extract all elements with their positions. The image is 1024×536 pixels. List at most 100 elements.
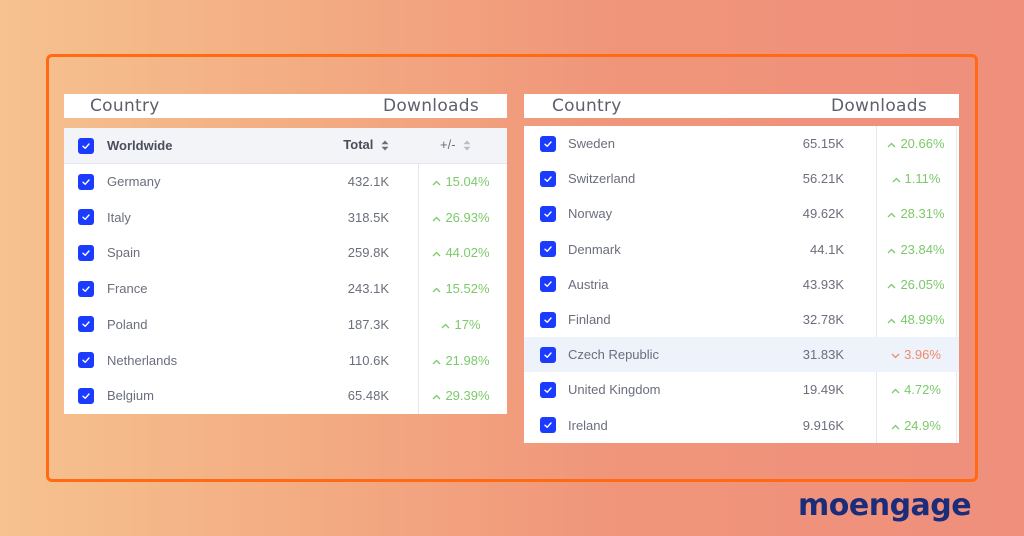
checkbox-checked-icon[interactable] (540, 170, 556, 187)
table-row[interactable]: Austria 43.93K 26.05% (524, 267, 959, 302)
change-percent: 15.04% (445, 174, 490, 189)
downloads-value: 56.21K (802, 171, 844, 187)
country-name: Netherlands (107, 352, 178, 368)
chevron-up-icon (887, 315, 896, 327)
chevron-up-icon (432, 213, 441, 225)
checkbox-checked-icon[interactable] (78, 244, 94, 261)
change-percent: 1.11% (904, 171, 941, 187)
table-row[interactable]: Switzerland 56.21K 1.11% (524, 161, 959, 196)
downloads-label: Downloads (382, 96, 479, 116)
table-row[interactable]: Ireland 9.916K 24.9% (524, 408, 959, 443)
checkbox-checked-icon[interactable] (78, 316, 94, 333)
change-percent: 26.93% (445, 209, 490, 225)
change-value: 28.31% (876, 206, 956, 221)
checkbox-checked-icon[interactable] (540, 135, 556, 152)
downloads-label: Downloads (830, 96, 927, 116)
country-name: Denmark (568, 241, 621, 257)
downloads-value: 44.1K (810, 241, 844, 257)
change-percent: 4.72% (904, 382, 941, 398)
checkbox-checked-icon[interactable] (540, 311, 556, 328)
checkbox-checked-icon[interactable] (78, 137, 94, 154)
table-row[interactable]: Netherlands 110.6K 21.98% (64, 343, 507, 378)
change-value: 1.11% (876, 171, 956, 186)
checkbox-checked-icon[interactable] (540, 417, 556, 434)
downloads-value: 65.15K (802, 136, 844, 151)
country-label: Country (552, 96, 622, 116)
sort-total-button[interactable]: Total (343, 137, 389, 153)
moengage-logo: moengage (798, 488, 972, 523)
country-name: Germany (107, 174, 161, 189)
table-row[interactable]: Belgium 65.48K 29.39% (64, 378, 507, 413)
sort-icon (463, 139, 471, 154)
change-percent: 23.84% (900, 241, 945, 257)
change-value: 26.93% (418, 210, 504, 225)
country-name: Italy (107, 209, 131, 225)
checkbox-checked-icon[interactable] (540, 381, 556, 398)
change-percent: 44.02% (445, 245, 490, 261)
table-row[interactable]: Finland 32.78K 48.99% (524, 302, 959, 337)
checkbox-checked-icon[interactable] (78, 173, 94, 190)
change-value: 4.72% (876, 382, 956, 397)
change-value: 21.98% (418, 353, 504, 368)
downloads-value: 9.916K (802, 417, 844, 433)
checkbox-checked-icon[interactable] (540, 346, 556, 363)
checkbox-checked-icon[interactable] (78, 352, 94, 368)
downloads-value: 259.8K (347, 245, 389, 261)
table-row[interactable]: Poland 187.3K 17% (64, 307, 507, 342)
chevron-up-icon (432, 391, 441, 403)
table-row[interactable]: France 243.1K 15.52% (64, 271, 507, 306)
chevron-up-icon (432, 284, 441, 296)
chevron-up-icon (432, 248, 441, 260)
checkbox-checked-icon[interactable] (78, 209, 94, 226)
change-percent: 20.66% (900, 136, 945, 151)
change-value: 44.02% (418, 245, 504, 260)
table-row[interactable]: Sweden 65.15K 20.66% (524, 126, 959, 161)
downloads-value: 187.3K (347, 316, 389, 332)
chevron-up-icon (887, 139, 896, 151)
checkbox-checked-icon[interactable] (78, 280, 94, 297)
change-percent: 26.05% (900, 276, 945, 292)
country-name: Switzerland (568, 171, 636, 187)
table-row[interactable]: United Kingdom 19.49K 4.72% (524, 372, 959, 407)
change-percent: 3.96% (904, 347, 941, 363)
country-name: Spain (107, 245, 141, 261)
sort-change-button[interactable]: +/- (440, 137, 471, 153)
country-name: Czech Republic (568, 347, 660, 363)
downloads-value: 432.1K (347, 174, 389, 189)
table-row[interactable]: Italy 318.5K 26.93% (64, 200, 507, 235)
change-value: 24.9% (876, 418, 956, 433)
checkbox-checked-icon[interactable] (540, 276, 556, 293)
change-percent: 21.98% (445, 352, 490, 368)
checkbox-checked-icon[interactable] (540, 205, 556, 222)
checkbox-checked-icon[interactable] (540, 241, 556, 258)
change-value: 15.04% (418, 174, 504, 189)
change-value: 26.05% (876, 277, 956, 292)
change-value: 15.52% (418, 281, 504, 296)
table-row[interactable]: Denmark 44.1K 23.84% (524, 232, 959, 267)
chevron-up-icon (891, 421, 900, 433)
left-downloads-table: Worldwide Total +/- Germany 432.1K 15.04% I… (64, 128, 507, 414)
table-row[interactable]: Spain 259.8K 44.02% (64, 235, 507, 270)
change-value: 17% (418, 317, 504, 332)
country-name: Belgium (107, 388, 154, 404)
table-row[interactable]: Czech Republic 31.83K 3.96% (524, 337, 959, 373)
change-percent: 48.99% (900, 312, 945, 327)
country-name: Ireland (568, 417, 608, 433)
chevron-up-icon (892, 174, 901, 186)
country-name: Austria (568, 276, 609, 292)
change-value: 48.99% (876, 312, 956, 327)
chevron-up-icon (891, 385, 900, 397)
worldwide-label: Worldwide (107, 138, 173, 153)
country-name: United Kingdom (568, 382, 661, 398)
checkbox-checked-icon[interactable] (78, 387, 94, 404)
change-value: 29.39% (418, 388, 504, 403)
table-row[interactable]: Norway 49.62K 28.31% (524, 196, 959, 231)
table-row[interactable]: Germany 432.1K 15.04% (64, 164, 507, 199)
change-percent: 29.39% (445, 388, 490, 404)
downloads-value: 318.5K (347, 209, 389, 225)
chevron-down-icon (891, 350, 900, 362)
downloads-value: 32.78K (802, 312, 844, 327)
country-label: Country (90, 96, 160, 116)
change-header: +/- (440, 137, 456, 153)
chevron-up-icon (432, 177, 441, 189)
